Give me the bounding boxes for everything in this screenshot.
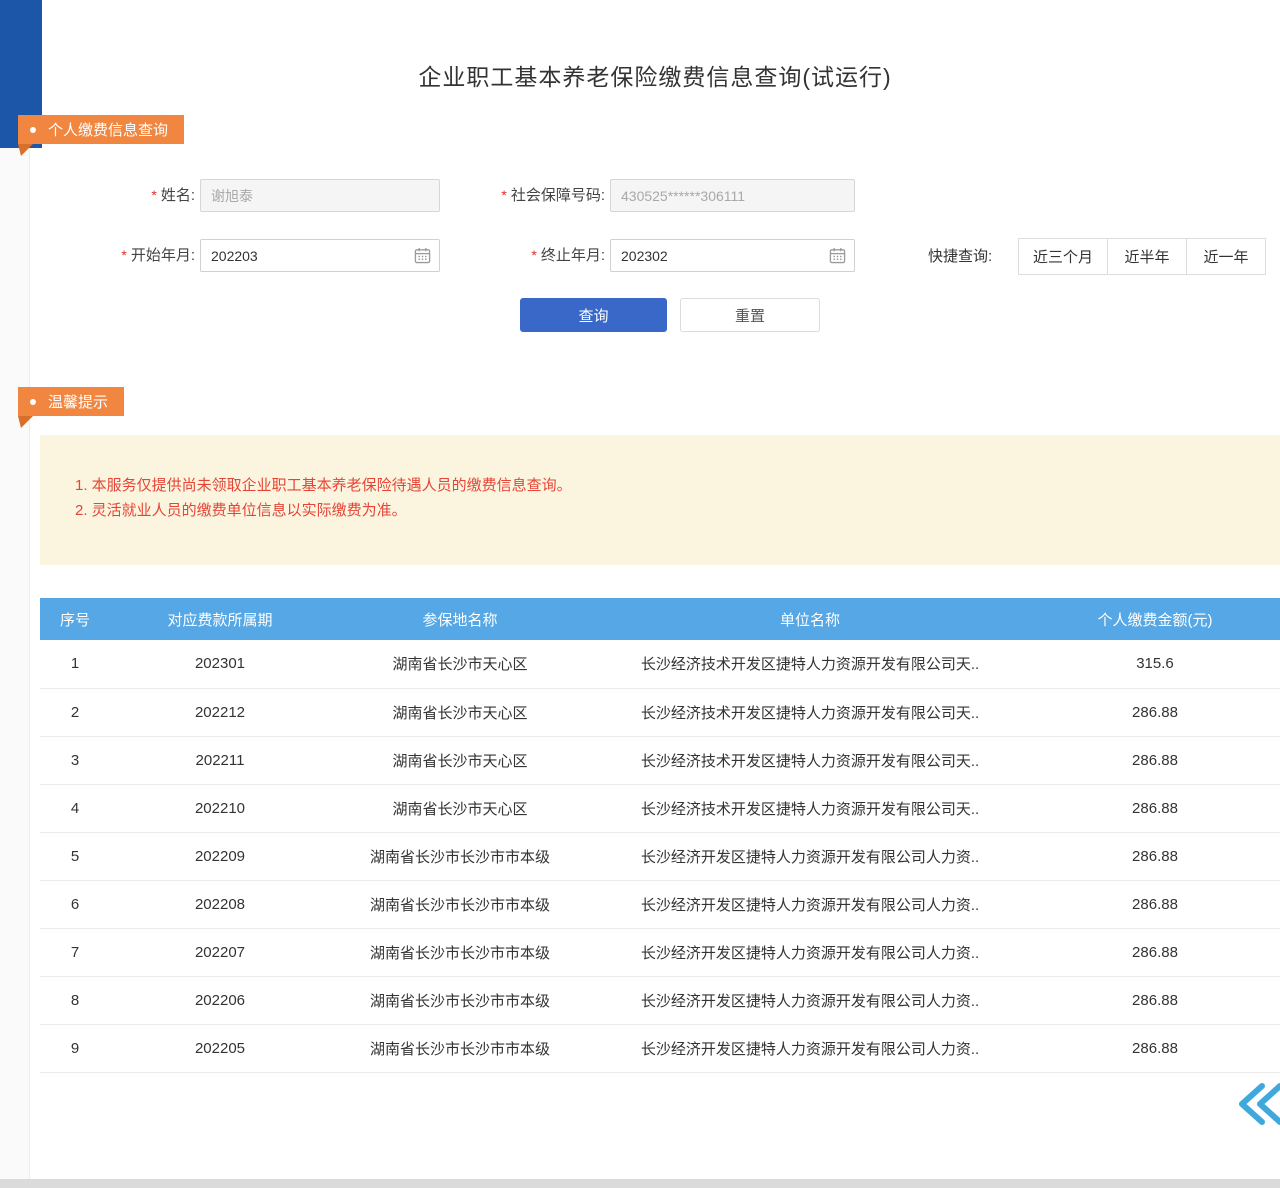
cell-period: 202207: [110, 928, 330, 976]
cell-index: 6: [40, 880, 110, 928]
cell-place: 湖南省长沙市天心区: [330, 688, 590, 736]
required-asterisk: *: [151, 187, 156, 203]
required-asterisk: *: [531, 247, 536, 263]
table-row: 9 202205 湖南省长沙市长沙市市本级 长沙经济开发区捷特人力资源开发有限公…: [40, 1024, 1280, 1072]
cell-org: 长沙经济开发区捷特人力资源开发有限公司人力资..: [590, 976, 1030, 1024]
start-month-field[interactable]: [200, 239, 440, 272]
end-month-input[interactable]: [621, 248, 829, 264]
cell-period: 202210: [110, 784, 330, 832]
end-month-label: *终止年月:: [470, 239, 605, 272]
cell-org: 长沙经济开发区捷特人力资源开发有限公司人力资..: [590, 880, 1030, 928]
cell-amount: 286.88: [1030, 928, 1280, 976]
calendar-icon[interactable]: [829, 247, 846, 264]
cell-amount: 286.88: [1030, 976, 1280, 1024]
payment-records-table: 序号 对应费款所属期 参保地名称 单位名称 个人缴费金额(元) 1 202301…: [40, 598, 1280, 1073]
table-header-row: 序号 对应费款所属期 参保地名称 单位名称 个人缴费金额(元): [40, 598, 1280, 640]
ssn-label: *社会保障号码:: [440, 179, 605, 212]
cell-index: 2: [40, 688, 110, 736]
table-row: 5 202209 湖南省长沙市长沙市市本级 长沙经济开发区捷特人力资源开发有限公…: [40, 832, 1280, 880]
required-asterisk: *: [501, 187, 506, 203]
end-month-field[interactable]: [610, 239, 855, 272]
cell-place: 湖南省长沙市天心区: [330, 736, 590, 784]
cell-place: 湖南省长沙市长沙市市本级: [330, 1024, 590, 1072]
section-badge-tips: 温馨提示: [18, 387, 124, 416]
cell-index: 4: [40, 784, 110, 832]
notice-line: 2. 灵活就业人员的缴费单位信息以实际缴费为准。: [75, 498, 1260, 523]
quick-btn-last-year[interactable]: 近一年: [1186, 238, 1266, 275]
cell-amount: 286.88: [1030, 736, 1280, 784]
name-input[interactable]: [200, 179, 440, 212]
start-month-label: *开始年月:: [60, 239, 195, 272]
cell-place: 湖南省长沙市长沙市市本级: [330, 976, 590, 1024]
cell-org: 长沙经济技术开发区捷特人力资源开发有限公司天..: [590, 688, 1030, 736]
section-badge-personal-payment-query: 个人缴费信息查询: [18, 115, 184, 144]
cell-period: 202208: [110, 880, 330, 928]
header-place: 参保地名称: [330, 598, 590, 640]
table-row: 7 202207 湖南省长沙市长沙市市本级 长沙经济开发区捷特人力资源开发有限公…: [40, 928, 1280, 976]
ssn-input[interactable]: [610, 179, 855, 212]
cell-amount: 286.88: [1030, 832, 1280, 880]
cell-org: 长沙经济技术开发区捷特人力资源开发有限公司天..: [590, 784, 1030, 832]
cell-org: 长沙经济开发区捷特人力资源开发有限公司人力资..: [590, 832, 1030, 880]
reset-button[interactable]: 重置: [680, 298, 820, 332]
bullet-icon: [30, 127, 36, 133]
quick-query-group: 近三个月 近半年 近一年: [1018, 238, 1266, 275]
bullet-icon: [30, 399, 36, 405]
quick-btn-last-3-months[interactable]: 近三个月: [1018, 238, 1108, 275]
cell-index: 1: [40, 640, 110, 688]
quick-btn-last-half-year[interactable]: 近半年: [1107, 238, 1187, 275]
cell-index: 5: [40, 832, 110, 880]
cell-index: 9: [40, 1024, 110, 1072]
cell-period: 202209: [110, 832, 330, 880]
table-row: 4 202210 湖南省长沙市天心区 长沙经济技术开发区捷特人力资源开发有限公司…: [40, 784, 1280, 832]
section-badge-label: 个人缴费信息查询: [48, 119, 168, 140]
header-org: 单位名称: [590, 598, 1030, 640]
cell-place: 湖南省长沙市长沙市市本级: [330, 832, 590, 880]
cell-amount: 286.88: [1030, 1024, 1280, 1072]
table-row: 6 202208 湖南省长沙市长沙市市本级 长沙经济开发区捷特人力资源开发有限公…: [40, 880, 1280, 928]
required-asterisk: *: [121, 247, 126, 263]
quick-query-label: 快捷查询:: [928, 240, 992, 274]
header-amount: 个人缴费金额(元): [1030, 598, 1280, 640]
bottom-edge-bar: [0, 1179, 1280, 1188]
cell-place: 湖南省长沙市天心区: [330, 640, 590, 688]
query-button[interactable]: 查询: [520, 298, 667, 332]
notice-line: 1. 本服务仅提供尚未领取企业职工基本养老保险待遇人员的缴费信息查询。: [75, 473, 1260, 498]
header-index: 序号: [40, 598, 110, 640]
left-rail: [0, 0, 30, 1188]
table-row: 8 202206 湖南省长沙市长沙市市本级 长沙经济开发区捷特人力资源开发有限公…: [40, 976, 1280, 1024]
cell-amount: 286.88: [1030, 688, 1280, 736]
table-row: 1 202301 湖南省长沙市天心区 长沙经济技术开发区捷特人力资源开发有限公司…: [40, 640, 1280, 688]
cell-period: 202205: [110, 1024, 330, 1072]
cell-amount: 286.88: [1030, 880, 1280, 928]
calendar-icon[interactable]: [414, 247, 431, 264]
cell-amount: 315.6: [1030, 640, 1280, 688]
cell-index: 7: [40, 928, 110, 976]
cell-period: 202211: [110, 736, 330, 784]
cell-place: 湖南省长沙市长沙市市本级: [330, 880, 590, 928]
table-row: 2 202212 湖南省长沙市天心区 长沙经济技术开发区捷特人力资源开发有限公司…: [40, 688, 1280, 736]
cell-period: 202212: [110, 688, 330, 736]
chevron-double-left-icon[interactable]: [1232, 1080, 1280, 1128]
cell-period: 202206: [110, 976, 330, 1024]
cell-amount: 286.88: [1030, 784, 1280, 832]
cell-period: 202301: [110, 640, 330, 688]
notice-box: 1. 本服务仅提供尚未领取企业职工基本养老保险待遇人员的缴费信息查询。 2. 灵…: [40, 435, 1280, 565]
page-title: 企业职工基本养老保险缴费信息查询(试运行): [30, 58, 1280, 92]
cell-index: 8: [40, 976, 110, 1024]
name-label: *姓名:: [90, 179, 195, 212]
cell-org: 长沙经济开发区捷特人力资源开发有限公司人力资..: [590, 1024, 1030, 1072]
cell-index: 3: [40, 736, 110, 784]
cell-place: 湖南省长沙市天心区: [330, 784, 590, 832]
section-badge-label: 温馨提示: [48, 391, 108, 412]
start-month-input[interactable]: [211, 248, 414, 264]
table-row: 3 202211 湖南省长沙市天心区 长沙经济技术开发区捷特人力资源开发有限公司…: [40, 736, 1280, 784]
cell-org: 长沙经济技术开发区捷特人力资源开发有限公司天..: [590, 640, 1030, 688]
cell-org: 长沙经济开发区捷特人力资源开发有限公司人力资..: [590, 928, 1030, 976]
header-period: 对应费款所属期: [110, 598, 330, 640]
cell-org: 长沙经济技术开发区捷特人力资源开发有限公司天..: [590, 736, 1030, 784]
cell-place: 湖南省长沙市长沙市市本级: [330, 928, 590, 976]
